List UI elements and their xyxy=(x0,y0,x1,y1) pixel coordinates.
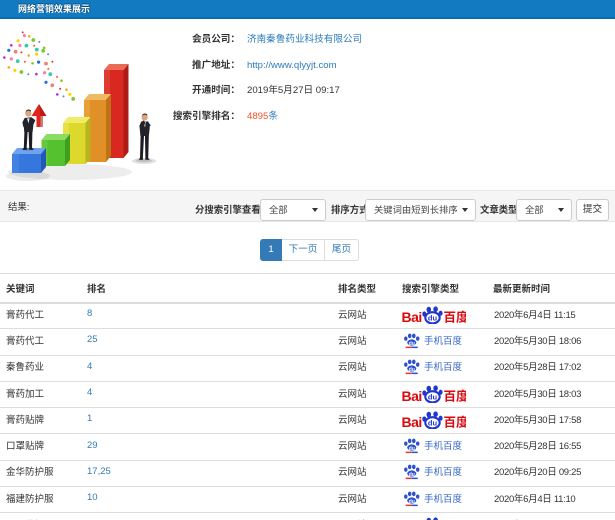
svg-text:du: du xyxy=(409,472,415,478)
svg-text:百度: 百度 xyxy=(444,412,467,430)
svg-text:du: du xyxy=(409,367,415,373)
svg-text:du: du xyxy=(409,499,415,505)
svg-text:du: du xyxy=(409,446,415,452)
svg-text:百度: 百度 xyxy=(444,307,467,325)
svg-text:du: du xyxy=(409,341,415,347)
svg-text:Bai: Bai xyxy=(402,309,422,324)
svg-text:du: du xyxy=(428,419,438,428)
svg-text:du: du xyxy=(428,314,438,323)
svg-text:du: du xyxy=(428,393,438,402)
svg-text:Bai: Bai xyxy=(402,414,422,429)
svg-text:百度: 百度 xyxy=(444,386,467,404)
svg-text:Bai: Bai xyxy=(402,388,422,403)
